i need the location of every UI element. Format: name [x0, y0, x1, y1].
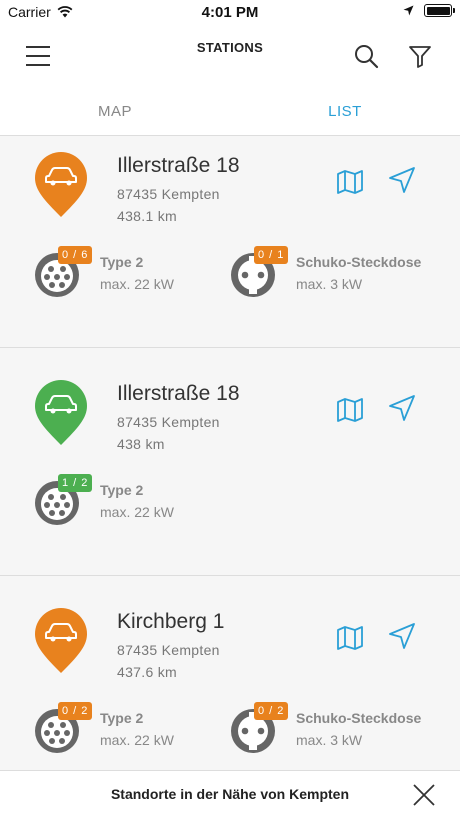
connector-info: 0 / 2 Type 2 max. 22 kW [34, 702, 234, 756]
view-tabs: MAP LIST [0, 90, 460, 136]
navigate-button[interactable] [388, 166, 416, 194]
show-on-map-button[interactable] [336, 168, 364, 196]
close-button[interactable] [412, 783, 436, 807]
connector-info: 1 / 2 Type 2 max. 22 kW [34, 474, 234, 528]
availability-badge: 0 / 2 [254, 702, 289, 720]
station-card[interactable]: Illerstraße 18 87435 Kempten 438 km 1 / 2 Ty… [0, 364, 460, 576]
connector-info: 0 / 1 Schuko-Steckdose max. 3 kW [230, 246, 430, 300]
connector-type: Schuko-Steckdose [296, 710, 422, 726]
clock: 4:01 PM [201, 4, 259, 21]
station-address: 87435 Kempten [117, 414, 220, 430]
station-pin-icon [35, 152, 87, 217]
station-pin-icon [35, 380, 87, 445]
show-on-map-button[interactable] [336, 624, 364, 652]
station-card[interactable]: Illerstraße 18 87435 Kempten 438.1 km 0 / 6… [0, 136, 460, 348]
station-name: Kirchberg 1 [117, 610, 225, 633]
station-address: 87435 Kempten [117, 642, 220, 658]
navigation-arrow-icon [389, 395, 415, 421]
connector-info: 0 / 2 Schuko-Steckdose max. 3 kW [230, 702, 430, 756]
availability-badge: 1 / 2 [58, 474, 93, 492]
connector-type: Schuko-Steckdose [296, 254, 422, 270]
station-address: 87435 Kempten [117, 186, 220, 202]
status-right [403, 4, 455, 17]
connector-power: max. 22 kW [100, 732, 174, 748]
location-arrow-icon [403, 5, 414, 16]
station-pin-icon [35, 608, 87, 673]
connector-type: Type 2 [100, 710, 144, 726]
station-distance: 438.1 km [117, 208, 177, 224]
filter-icon [409, 46, 431, 68]
station-name: Illerstraße 18 [117, 154, 240, 177]
station-distance: 438 km [117, 436, 165, 452]
location-footer: Standorte in der Nähe von Kempten [0, 770, 460, 818]
search-button[interactable] [352, 42, 380, 70]
map-icon [337, 626, 363, 650]
nav-bar: STATIONS [0, 24, 460, 90]
search-icon [355, 45, 379, 69]
connector-info: 0 / 6 Type 2 max. 22 kW [34, 246, 234, 300]
availability-badge: 0 / 6 [58, 246, 93, 264]
station-card[interactable]: Kirchberg 1 87435 Kempten 437.6 km 0 / 2 Typ… [0, 592, 460, 770]
tab-list[interactable]: LIST [230, 90, 460, 135]
station-list[interactable]: Illerstraße 18 87435 Kempten 438.1 km 0 / 6… [0, 136, 460, 770]
station-name: Illerstraße 18 [117, 382, 240, 405]
page-title: STATIONS [196, 40, 264, 55]
map-icon [337, 170, 363, 194]
map-icon [337, 398, 363, 422]
battery-icon [424, 4, 455, 17]
connector-type: Type 2 [100, 254, 144, 270]
footer-location-text: Standorte in der Nähe von Kempten [110, 786, 350, 802]
status-bar: Carrier 4:01 PM [0, 0, 460, 24]
availability-badge: 0 / 1 [254, 246, 289, 264]
connector-type: Type 2 [100, 482, 144, 498]
connector-power: max. 3 kW [296, 732, 363, 748]
connector-power: max. 22 kW [100, 504, 174, 520]
connector-power: max. 3 kW [296, 276, 363, 292]
tab-map[interactable]: MAP [0, 90, 230, 135]
filter-button[interactable] [406, 42, 434, 70]
navigation-arrow-icon [389, 167, 415, 193]
navigation-arrow-icon [389, 623, 415, 649]
navigate-button[interactable] [388, 394, 416, 422]
navigate-button[interactable] [388, 622, 416, 650]
connector-power: max. 22 kW [100, 276, 174, 292]
show-on-map-button[interactable] [336, 396, 364, 424]
close-icon [413, 784, 435, 806]
station-distance: 437.6 km [117, 664, 177, 680]
availability-badge: 0 / 2 [58, 702, 93, 720]
